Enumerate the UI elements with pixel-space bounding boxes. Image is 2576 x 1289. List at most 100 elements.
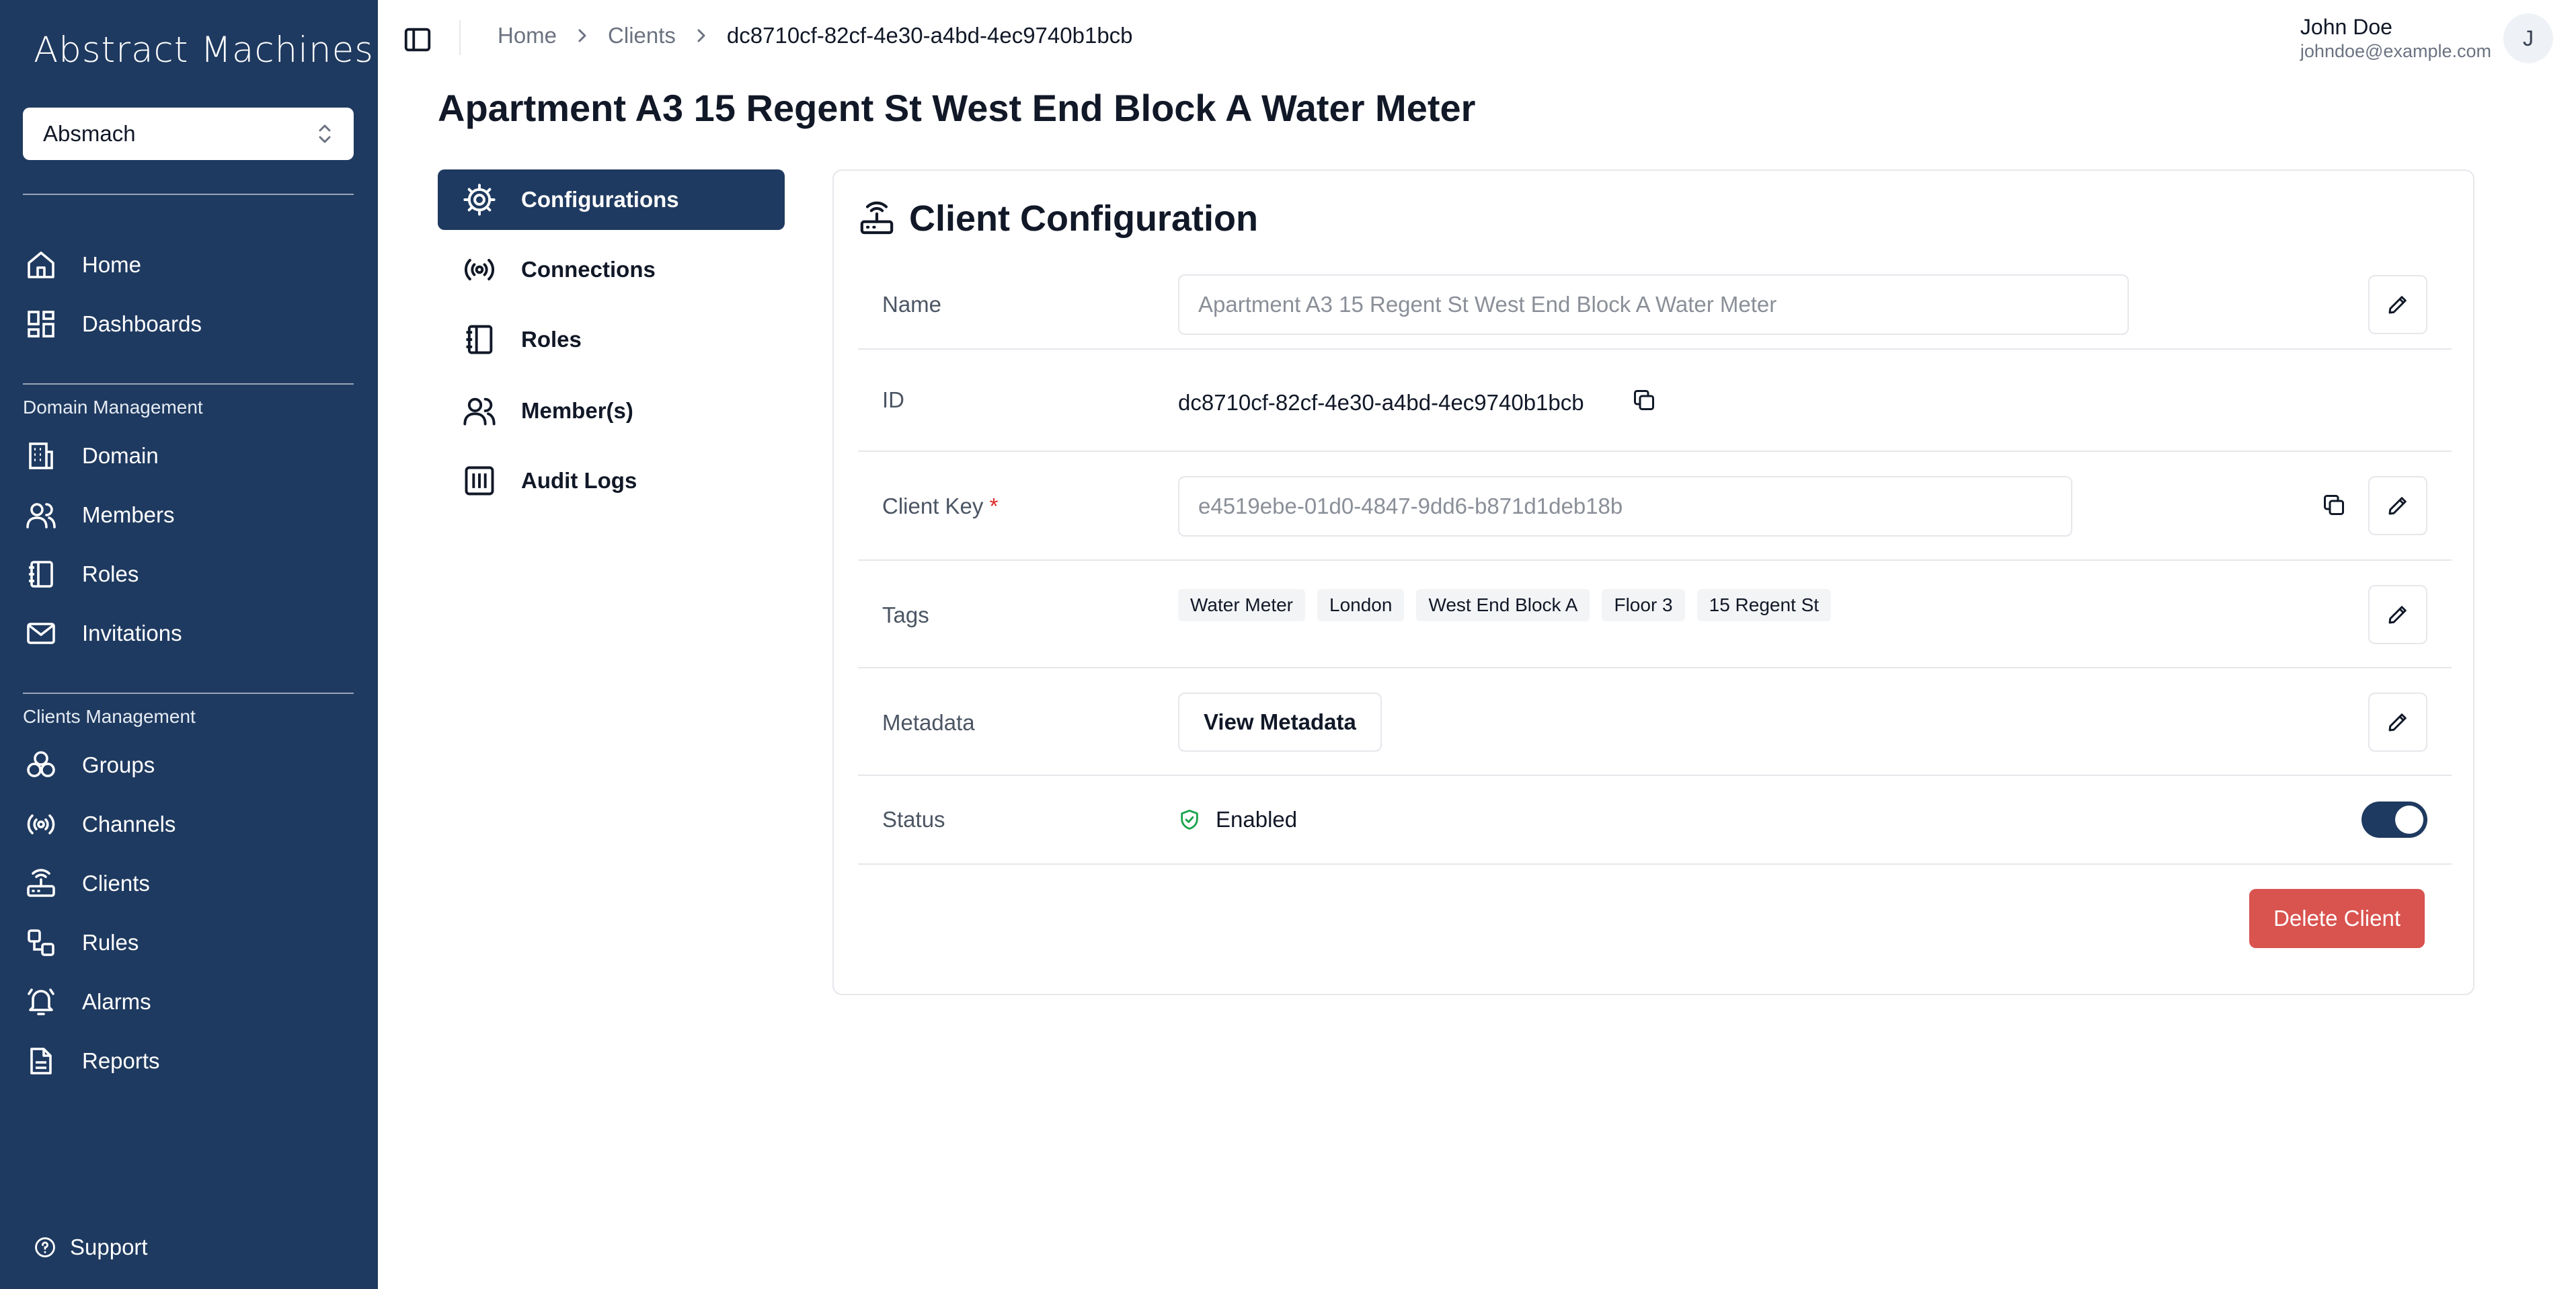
name-row: Name Apartment A3 15 Regent St West End … [858, 260, 2452, 350]
section-heading-domain: Domain Management [23, 397, 203, 418]
sidebar: Abstract Machines Absmach Home Dashboard… [0, 0, 378, 1289]
sidebar-item-clients[interactable]: Clients [23, 857, 354, 910]
copy-icon [2322, 493, 2346, 517]
sidebar-item-label: Invitations [82, 621, 182, 646]
metadata-label: Metadata [882, 710, 975, 735]
tags-row: Tags Water Meter London West End Block A… [858, 561, 2452, 668]
users-icon [461, 392, 498, 430]
required-marker: * [989, 494, 999, 518]
tab-configurations[interactable]: Configurations [438, 169, 785, 230]
status-row: Status Enabled [858, 776, 2452, 865]
support-link[interactable]: Support [34, 1235, 148, 1260]
sidebar-item-home[interactable]: Home [23, 238, 354, 292]
tab-audit-logs[interactable]: Audit Logs [438, 451, 785, 511]
sidebar-item-channels[interactable]: Channels [23, 797, 354, 851]
sidebar-item-roles[interactable]: Roles [23, 547, 354, 601]
edit-tags-button[interactable] [2368, 585, 2427, 644]
toggle-knob [2395, 806, 2423, 834]
tab-roles[interactable]: Roles [438, 309, 785, 370]
tag-list: Water Meter London West End Block A Floo… [1178, 589, 1832, 621]
edit-metadata-button[interactable] [2368, 693, 2427, 752]
sidebar-toggle-button[interactable] [402, 24, 433, 55]
sidebar-item-members[interactable]: Members [23, 488, 354, 542]
sidebar-item-dashboards[interactable]: Dashboards [23, 297, 354, 351]
sidebar-item-label: Members [82, 502, 175, 527]
sidebar-item-reports[interactable]: Reports [23, 1034, 354, 1088]
tab-label: Roles [521, 327, 582, 352]
notebook-icon [461, 321, 498, 358]
tag: Water Meter [1178, 589, 1305, 621]
client-key-label-text: Client Key [882, 494, 984, 518]
pencil-icon [2386, 494, 2410, 518]
sidebar-item-groups[interactable]: Groups [23, 738, 354, 792]
tag: West End Block A [1416, 589, 1590, 621]
avatar[interactable]: J [2503, 13, 2553, 63]
topbar-divider [459, 20, 461, 55]
chevron-up-down-icon [316, 122, 334, 145]
workflow-icon [23, 925, 59, 961]
view-metadata-button[interactable]: View Metadata [1178, 693, 1382, 752]
client-key-field[interactable]: e4519ebe-01d0-4847-9dd6-b871d1deb18b [1178, 476, 2072, 537]
pencil-icon [2386, 710, 2410, 734]
sidebar-item-label: Rules [82, 930, 139, 955]
sidebar-item-label: Groups [82, 752, 155, 777]
dashboard-icon [23, 306, 59, 342]
breadcrumb: Home Clients dc8710cf-82cf-4e30-a4bd-4ec… [498, 23, 1133, 48]
sidebar-divider [23, 383, 354, 385]
edit-client-key-button[interactable] [2368, 476, 2427, 535]
sidebar-item-label: Dashboards [82, 311, 202, 336]
users-icon [23, 497, 59, 533]
sidebar-divider [23, 194, 354, 195]
breadcrumb-current: dc8710cf-82cf-4e30-a4bd-4ec9740b1bcb [726, 23, 1133, 48]
logo: Abstract Machines [34, 30, 374, 71]
card-title: Client Configuration [909, 198, 1258, 239]
domain-select[interactable]: Absmach [23, 108, 354, 160]
breadcrumb-clients[interactable]: Clients [608, 23, 676, 48]
tag: Floor 3 [1602, 589, 1685, 621]
router-icon [23, 865, 59, 902]
gear-icon [461, 181, 498, 219]
sidebar-item-rules[interactable]: Rules [23, 916, 354, 970]
id-label: ID [882, 387, 904, 412]
user-menu[interactable]: John Doe johndoe@example.com J [2300, 13, 2553, 63]
sidebar-item-domain[interactable]: Domain [23, 429, 354, 483]
user-info: John Doe johndoe@example.com [2300, 15, 2491, 62]
copy-client-key-button[interactable] [2317, 488, 2351, 522]
bell-icon [23, 984, 59, 1020]
id-value: dc8710cf-82cf-4e30-a4bd-4ec9740b1bcb [1178, 390, 1584, 415]
copy-id-button[interactable] [1627, 383, 1661, 417]
tab-members[interactable]: Member(s) [438, 381, 785, 441]
tab-connections[interactable]: Connections [438, 239, 785, 300]
home-icon [23, 247, 59, 283]
pencil-icon [2386, 292, 2410, 317]
support-label: Support [70, 1235, 148, 1259]
status-text: Enabled [1216, 807, 1298, 832]
sidebar-item-label: Alarms [82, 989, 151, 1014]
name-field[interactable]: Apartment A3 15 Regent St West End Block… [1178, 274, 2129, 335]
tags-label: Tags [882, 602, 929, 627]
name-label: Name [882, 292, 942, 317]
delete-client-button[interactable]: Delete Client [2249, 889, 2425, 948]
id-row: ID dc8710cf-82cf-4e30-a4bd-4ec9740b1bcb [858, 350, 2452, 452]
client-key-row: Client Key * e4519ebe-01d0-4847-9dd6-b87… [858, 452, 2452, 561]
pencil-icon [2386, 602, 2410, 627]
edit-name-button[interactable] [2368, 275, 2427, 334]
status-value: Enabled [1178, 807, 1297, 832]
sidebar-item-label: Channels [82, 812, 176, 836]
sidebar-item-label: Reports [82, 1048, 160, 1073]
broadcast-icon [23, 806, 59, 843]
sidebar-divider [23, 693, 354, 694]
page-title: Apartment A3 15 Regent St West End Block… [438, 87, 1476, 129]
sidebar-item-invitations[interactable]: Invitations [23, 607, 354, 660]
client-configuration-card: Client Configuration Name Apartment A3 1… [832, 169, 2474, 995]
help-circle-icon [34, 1236, 56, 1259]
tab-label: Audit Logs [521, 468, 637, 493]
breadcrumb-home[interactable]: Home [498, 23, 557, 48]
metadata-row: Metadata View Metadata [858, 668, 2452, 776]
tab-label: Connections [521, 257, 656, 282]
chevron-right-icon [695, 26, 708, 45]
sidebar-item-alarms[interactable]: Alarms [23, 975, 354, 1029]
user-email: johndoe@example.com [2300, 41, 2491, 61]
status-toggle[interactable] [2362, 802, 2427, 838]
building-icon [23, 438, 59, 474]
